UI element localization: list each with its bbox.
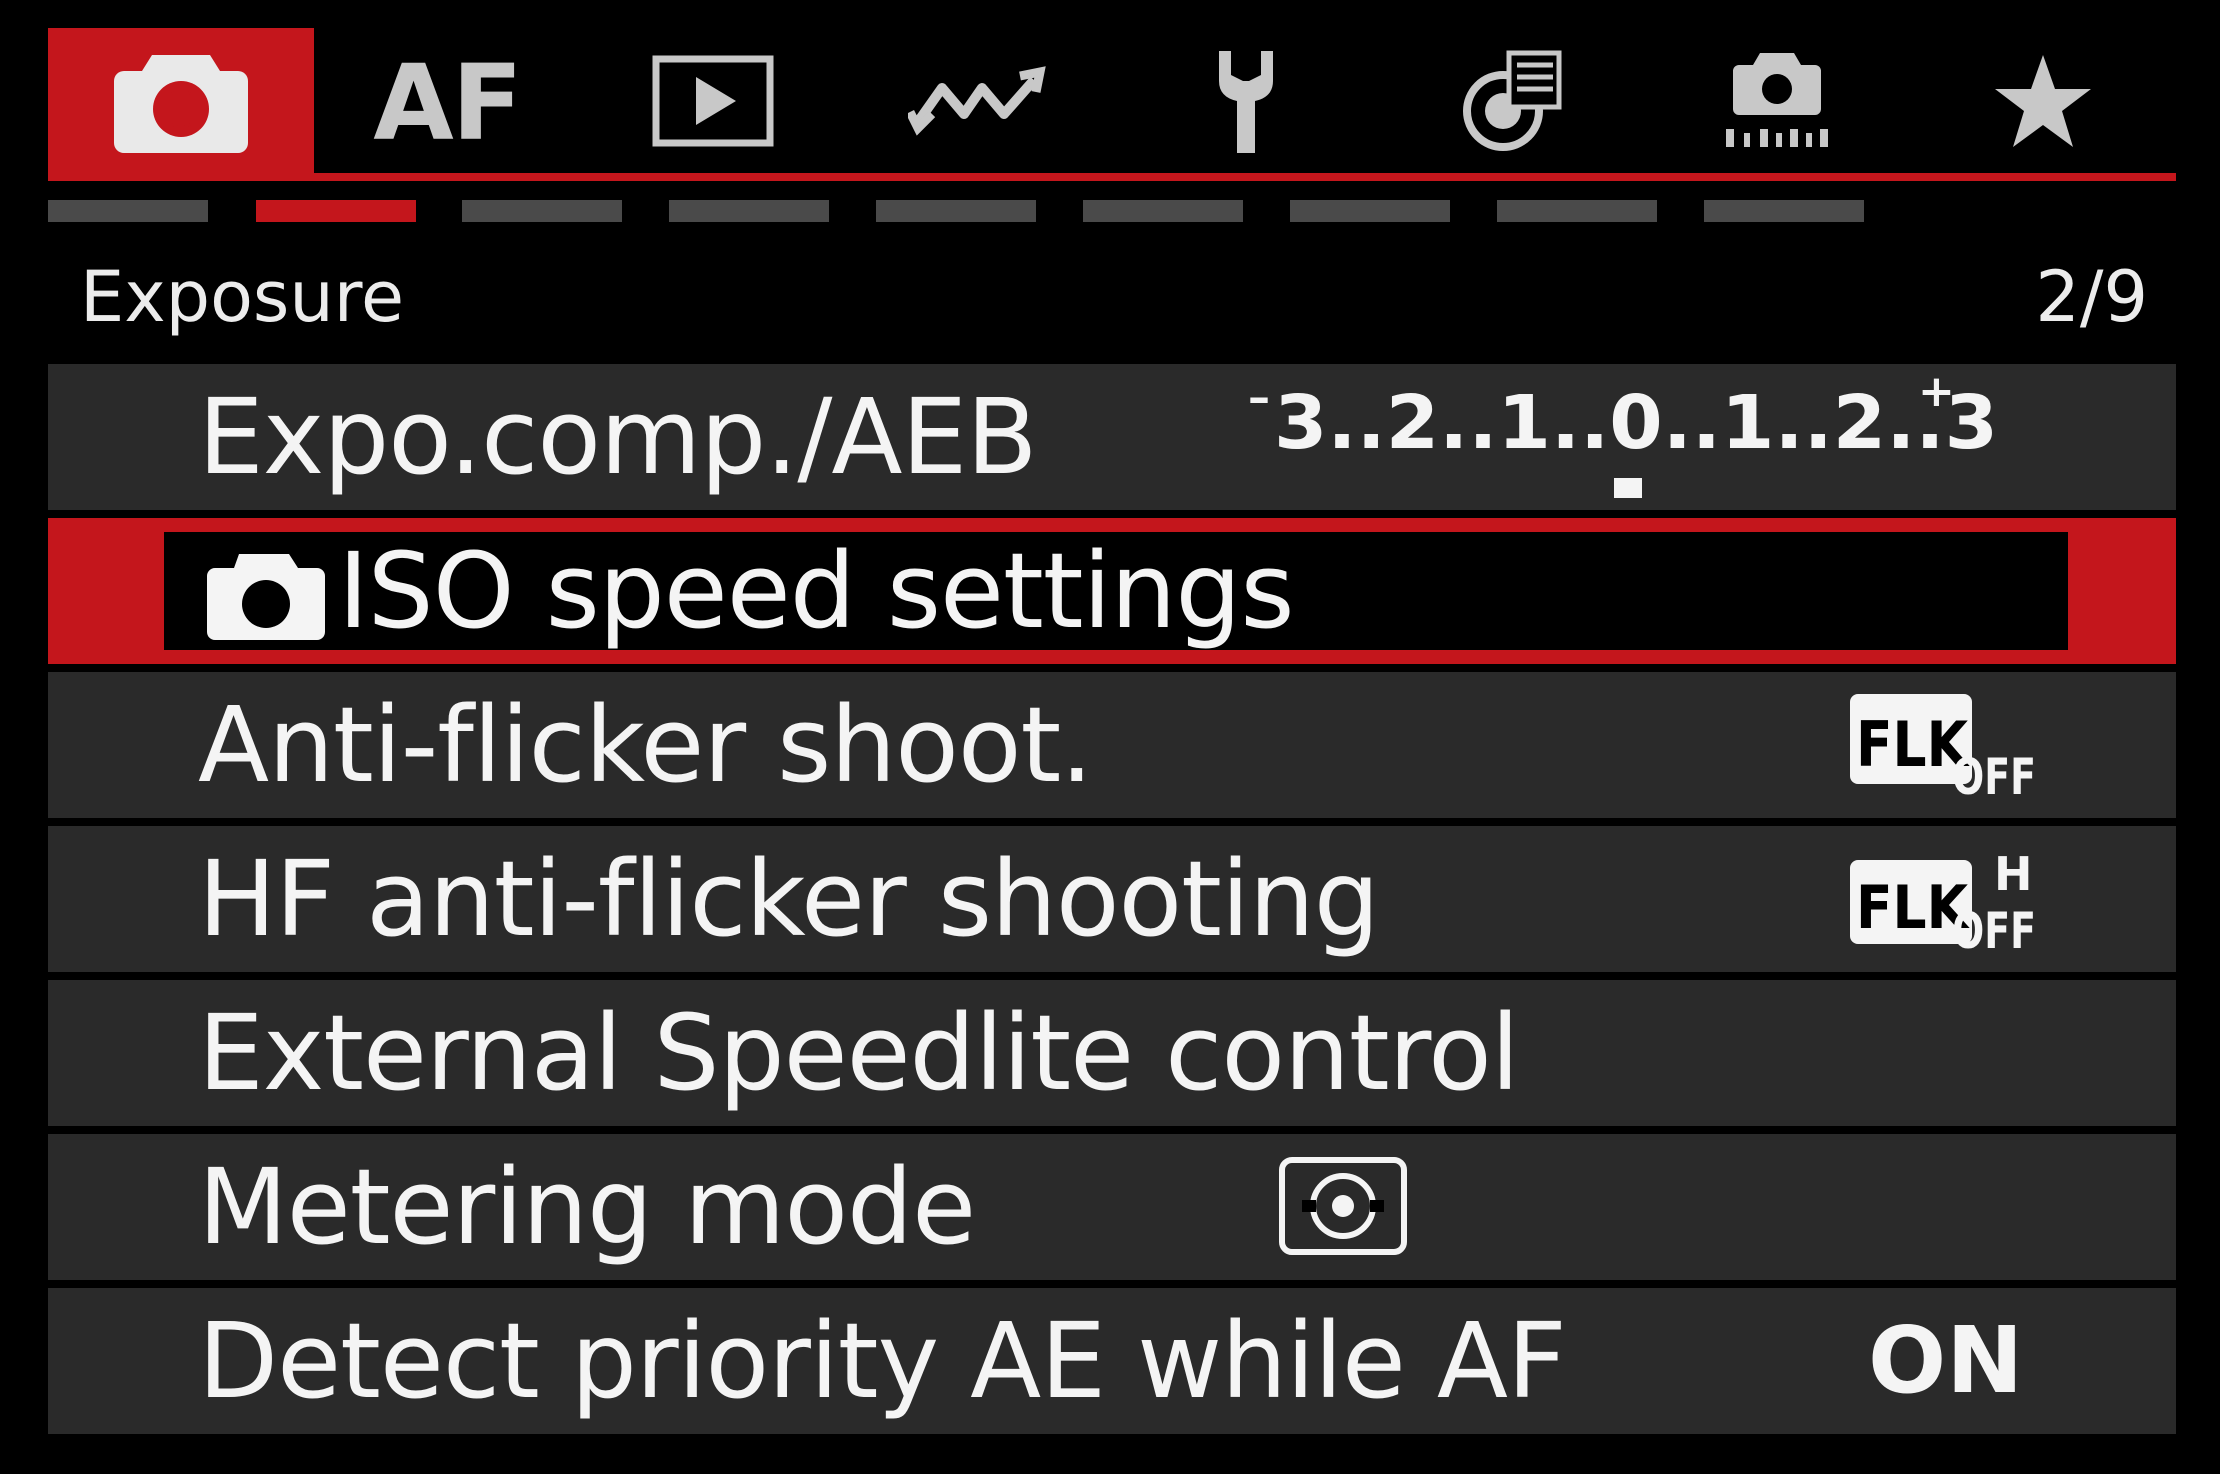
evaluative-metering-icon — [1279, 1157, 1407, 1255]
playback-icon — [652, 55, 774, 151]
my-camera-icon — [1722, 49, 1832, 157]
tab-custom-functions[interactable] — [1378, 28, 1644, 178]
camera-icon — [114, 49, 248, 157]
menu-item-anti-flicker[interactable]: Anti-flicker shoot. FLK OFF — [48, 672, 2176, 818]
menu-tab-bar: AF — [48, 28, 2176, 181]
svg-text:H: H — [1994, 847, 2033, 901]
page-indicator-bar — [462, 200, 622, 222]
menu-item-hf-anti-flicker[interactable]: HF anti-flicker shooting FLK H OFF — [48, 826, 2176, 972]
page-indicator-bar — [1290, 200, 1450, 222]
tab-playback[interactable] — [580, 28, 846, 178]
menu-item-expo-comp-aeb[interactable]: Expo.comp./AEB – 3..2..1..0..1..2..3 + — [48, 364, 2176, 510]
camera-menu-screen: AF Exposure 2/9 Expo.comp./AEB – 3..2..1… — [0, 0, 2220, 1474]
exposure-scale: – 3..2..1..0..1..2..3 + — [1248, 372, 1998, 498]
menu-item-label: ISO speed settings — [338, 530, 1295, 652]
page-indicator-bar — [876, 200, 1036, 222]
page-indicator-bar-current — [256, 200, 416, 222]
page-indicator-bar — [1704, 200, 1864, 222]
svg-text:OFF: OFF — [1952, 748, 2036, 802]
tab-wireless[interactable] — [846, 28, 1112, 178]
menu-item-label: Expo.comp./AEB — [198, 376, 1038, 498]
section-title: Exposure — [80, 256, 405, 338]
section-page-number: 2/9 — [2035, 256, 2148, 338]
page-indicator — [48, 200, 1868, 226]
custom-functions-icon — [1459, 49, 1563, 157]
menu-item-label: Metering mode — [198, 1146, 976, 1268]
star-icon — [1991, 51, 2095, 155]
tab-af[interactable]: AF — [314, 28, 580, 178]
af-icon: AF — [373, 42, 523, 164]
menu-item-external-speedlite[interactable]: External Speedlite control — [48, 980, 2176, 1126]
svg-text:OFF: OFF — [1952, 902, 2036, 956]
wrench-icon — [1205, 45, 1285, 161]
tab-my-camera[interactable] — [1644, 28, 1910, 178]
menu-item-label: Anti-flicker shoot. — [198, 684, 1093, 806]
exposure-scale-text: 3..2..1..0..1..2..3 — [1274, 380, 1998, 466]
page-indicator-bar — [1497, 200, 1657, 222]
menu-item-value: ON — [1868, 1307, 2024, 1414]
camera-icon — [203, 550, 329, 648]
page-indicator-bar — [1083, 200, 1243, 222]
menu-item-iso-speed-settings[interactable]: ISO speed settings — [48, 518, 2176, 664]
exposure-indicator — [1614, 478, 1642, 498]
page-indicator-bar — [48, 200, 208, 222]
tab-setup[interactable] — [1112, 28, 1378, 178]
menu-item-label: HF anti-flicker shooting — [198, 838, 1380, 960]
wireless-icon — [905, 66, 1050, 140]
exposure-minus-sign: – — [1248, 372, 1270, 423]
menu-item-detect-priority-ae[interactable]: Detect priority AE while AF ON — [48, 1288, 2176, 1434]
page-indicator-bar — [669, 200, 829, 222]
tab-shooting[interactable] — [48, 28, 314, 178]
flicker-off-icon: FLK OFF — [1850, 694, 2036, 802]
menu-item-label: Detect priority AE while AF — [198, 1300, 1567, 1422]
menu-item-metering-mode[interactable]: Metering mode — [48, 1134, 2176, 1280]
hf-flicker-off-icon: FLK H OFF — [1850, 847, 2036, 956]
tab-my-menu[interactable] — [1910, 28, 2176, 178]
menu-item-label: External Speedlite control — [198, 992, 1520, 1114]
exposure-plus-sign: + — [1918, 372, 1955, 417]
